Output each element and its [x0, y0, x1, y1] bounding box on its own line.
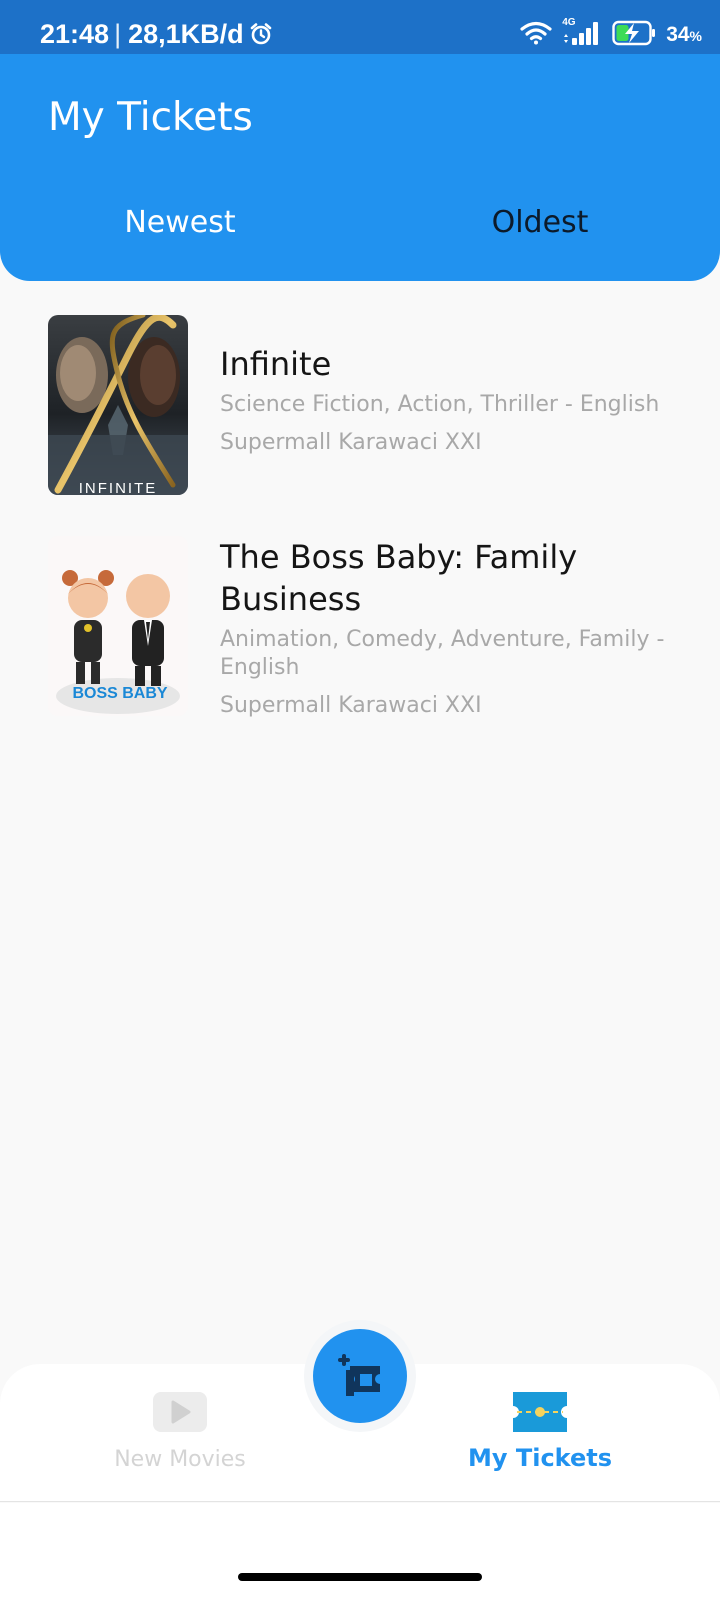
battery-percent-value: 34 [666, 23, 690, 46]
signal-icon: 4G [562, 17, 602, 51]
poster-title: INFINITE [79, 480, 158, 495]
movie-title: The Boss Baby: Family Business [220, 538, 578, 618]
tab-oldest[interactable]: Oldest [360, 203, 720, 243]
ticket-item[interactable]: INFINITE Infinite Science Fiction, Actio… [48, 315, 678, 495]
movie-title: Infinite [220, 345, 332, 383]
play-icon [153, 1392, 207, 1432]
tab-newest[interactable]: Newest [0, 203, 360, 243]
home-area [0, 1503, 720, 1600]
movie-genre: Animation, Comedy, Adventure, Family - E… [220, 627, 665, 680]
poster-title: BOSS BABY [72, 685, 167, 702]
add-ticket-button[interactable] [313, 1329, 407, 1423]
wifi-icon [520, 21, 552, 49]
battery-percent-unit: % [689, 28, 702, 44]
status-data-rate: 28,1KB/d [128, 19, 244, 49]
movie-cinema: Supermall Karawaci XXI [220, 693, 482, 718]
ticket-info: The Boss Baby: Family Business Animation… [220, 536, 680, 720]
page-title: My Tickets [48, 95, 253, 140]
battery-charging-icon [612, 20, 656, 50]
movie-poster: BOSS BABY [48, 536, 188, 716]
ticket-item[interactable]: BOSS BABY The Boss Baby: Family Business… [48, 536, 678, 718]
movie-poster: INFINITE [48, 315, 188, 495]
network-label: 4G [562, 17, 576, 28]
movie-cinema: Supermall Karawaci XXI [220, 430, 482, 455]
ticket-icon [513, 1392, 567, 1432]
status-right: 4G 34% [520, 17, 702, 52]
app-bar: My Tickets Newest Oldest [0, 54, 720, 281]
nav-label: My Tickets [467, 1444, 613, 1472]
add-ticket-icon [336, 1352, 384, 1400]
movie-genre: Science Fiction, Action, Thriller - Engl… [220, 392, 660, 417]
alarm-icon [249, 22, 273, 46]
status-time: 21:48 [40, 19, 110, 49]
status-separator: | [114, 19, 122, 49]
battery-percent: 34% [666, 23, 702, 47]
home-indicator[interactable] [238, 1573, 482, 1581]
status-left: 21:48 | 28,1KB/d [40, 16, 273, 52]
ticket-info: Infinite Science Fiction, Action, Thrill… [220, 343, 680, 457]
nav-label: New Movies [114, 1447, 246, 1472]
